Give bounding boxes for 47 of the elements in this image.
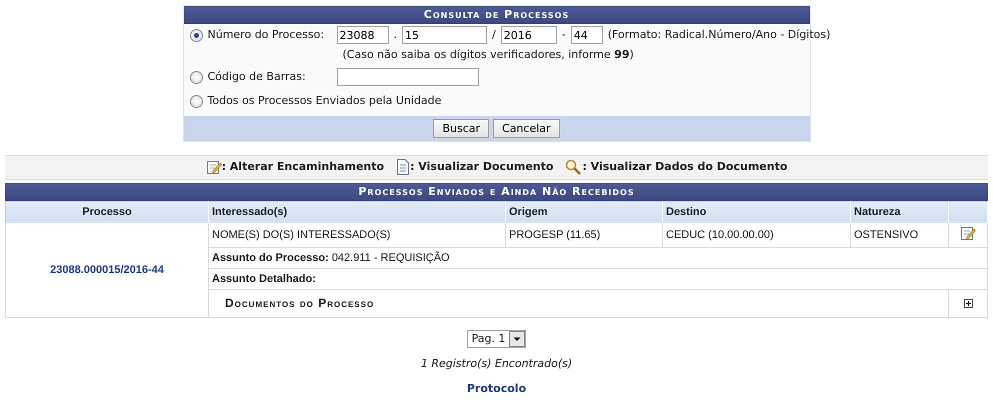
process-link[interactable]: 23088.000015/2016-44: [6, 222, 208, 317]
form-button[interactable]: Cancelar: [493, 119, 560, 138]
table-cell: NOME(S) DO(S) INTERESSADO(S): [208, 222, 506, 247]
column-header: Processo: [6, 201, 208, 222]
legend-label: : Visualizar Dados do Documento: [582, 159, 788, 175]
format-note: (Formato: Radical.Número/Ano - Dígitos): [608, 26, 830, 43]
field-value: 042.911 - REQUISIÇÃO: [332, 252, 450, 264]
input-field[interactable]: 2016: [500, 26, 557, 44]
separator-text: -: [562, 26, 566, 43]
separator-text: .: [394, 26, 397, 43]
table-cell: PROGESP (11.65): [506, 222, 662, 247]
document-icon: [396, 159, 410, 176]
edit-icon[interactable]: [960, 224, 976, 240]
field-label: Todos os Processos Enviados pela Unidade: [208, 92, 442, 109]
field-label: Assunto do Processo:: [212, 252, 329, 264]
search-icon: [565, 159, 582, 176]
table-cell: CEDUC (10.00.00.00): [662, 222, 850, 247]
column-header: Destino: [662, 201, 850, 222]
page-select[interactable]: Pag. 1: [466, 330, 526, 348]
expand-icon[interactable]: [964, 298, 972, 308]
separator-text: /: [492, 26, 496, 43]
result-count: 1 Registro(s) Encontrado(s): [420, 357, 572, 370]
field-label: Assunto Detalhado:: [212, 272, 316, 284]
radio-button[interactable]: [190, 70, 202, 84]
input-field[interactable]: 23088: [336, 26, 388, 44]
footer-link[interactable]: Protocolo: [466, 382, 526, 394]
panel-title: Consulta de Processos: [184, 6, 810, 24]
radio-button[interactable]: [190, 94, 202, 108]
field-label: Número do Processo:: [208, 26, 326, 43]
table-caption: Processos Enviados e Ainda Não Recebidos: [5, 182, 988, 200]
legend-label: : Visualizar Documento: [410, 159, 554, 175]
input-field[interactable]: 15: [402, 26, 487, 44]
input-field[interactable]: 44: [570, 26, 603, 44]
column-header: Origem: [506, 201, 662, 222]
column-header: Interessado(s): [208, 201, 506, 222]
form-button[interactable]: Buscar: [433, 119, 490, 138]
table-cell: OSTENSIVO: [850, 222, 948, 247]
legend-label: : Alterar Encaminhamento: [222, 159, 384, 175]
column-header: Natureza: [850, 201, 948, 222]
hint-text: (Caso não saiba os dígitos verificadores, informe 99): [342, 46, 634, 63]
field-label: Código de Barras:: [208, 68, 307, 85]
caret-icon: [509, 330, 526, 347]
section-title: Documentos do Processo: [225, 296, 374, 310]
radio-button[interactable]: [190, 28, 202, 42]
edit-icon: [206, 159, 222, 176]
input-field[interactable]: [336, 68, 478, 86]
select-value: Pag. 1: [470, 330, 506, 346]
